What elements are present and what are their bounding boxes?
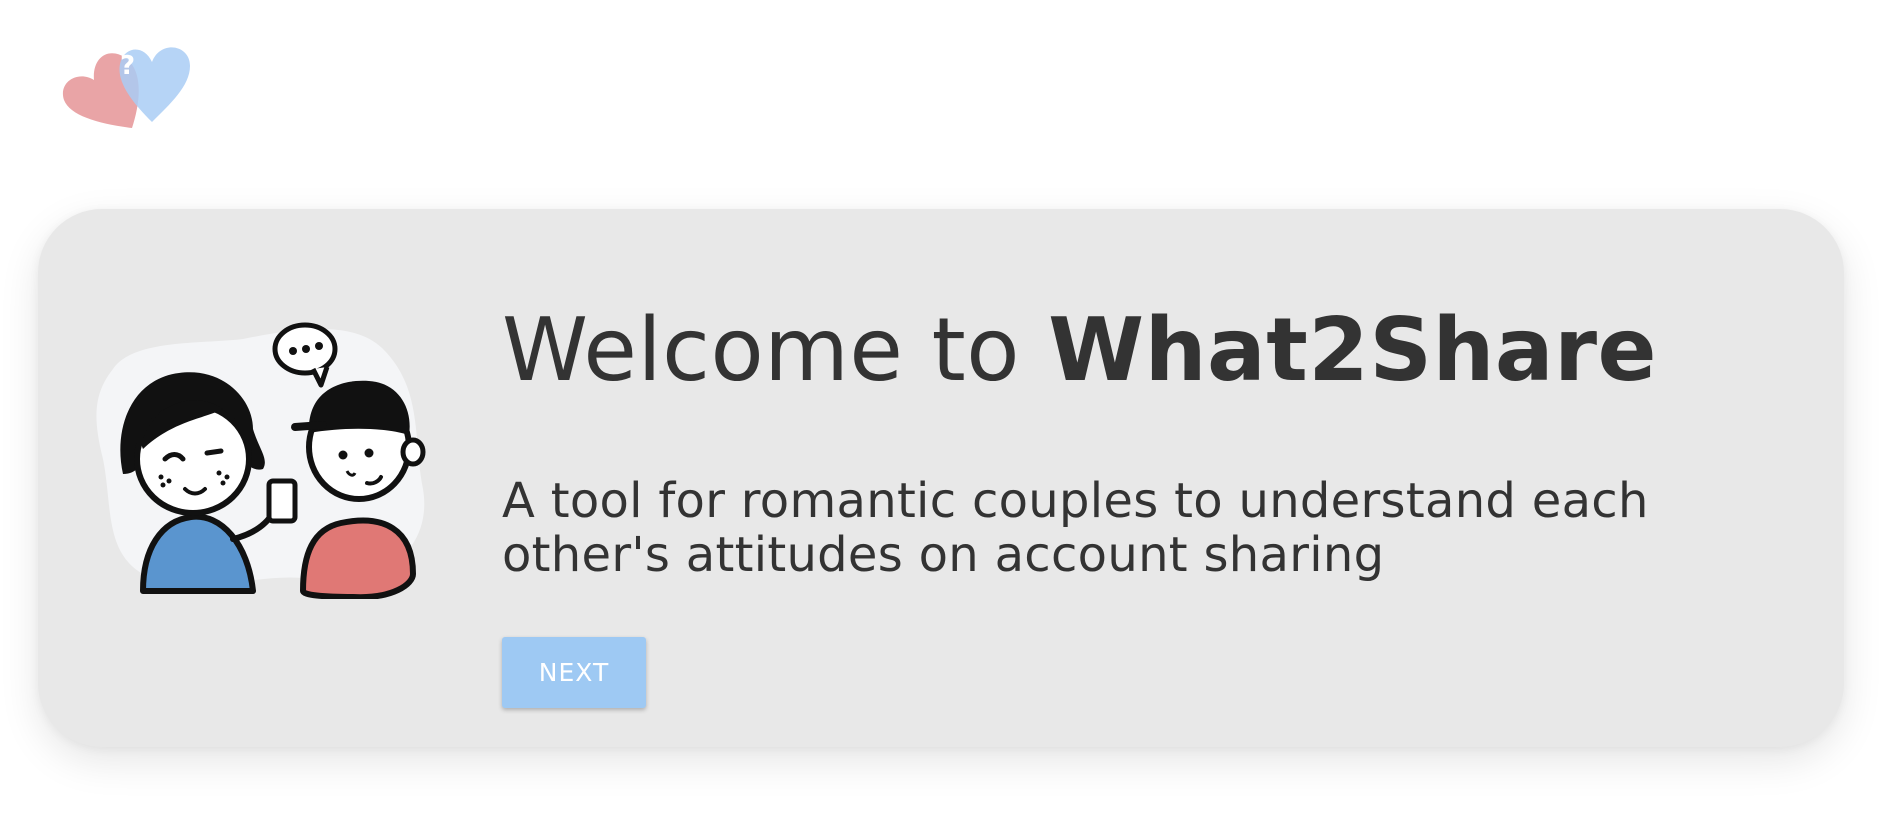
welcome-card: Welcome to What2Share A tool for romanti… (38, 209, 1844, 747)
logo-question-mark: ? (120, 51, 135, 81)
page-subtitle: A tool for romantic couples to understan… (502, 473, 1649, 583)
two-hearts-question-icon: ? (62, 47, 190, 129)
brand-name: What2Share (1048, 299, 1658, 401)
couple-chatting-illustration (83, 309, 473, 601)
title-prefix: Welcome to (502, 299, 1049, 401)
next-button[interactable]: NEXT (502, 637, 646, 708)
logo: ? (40, 24, 218, 132)
page-title: Welcome to What2Share (502, 307, 1657, 394)
